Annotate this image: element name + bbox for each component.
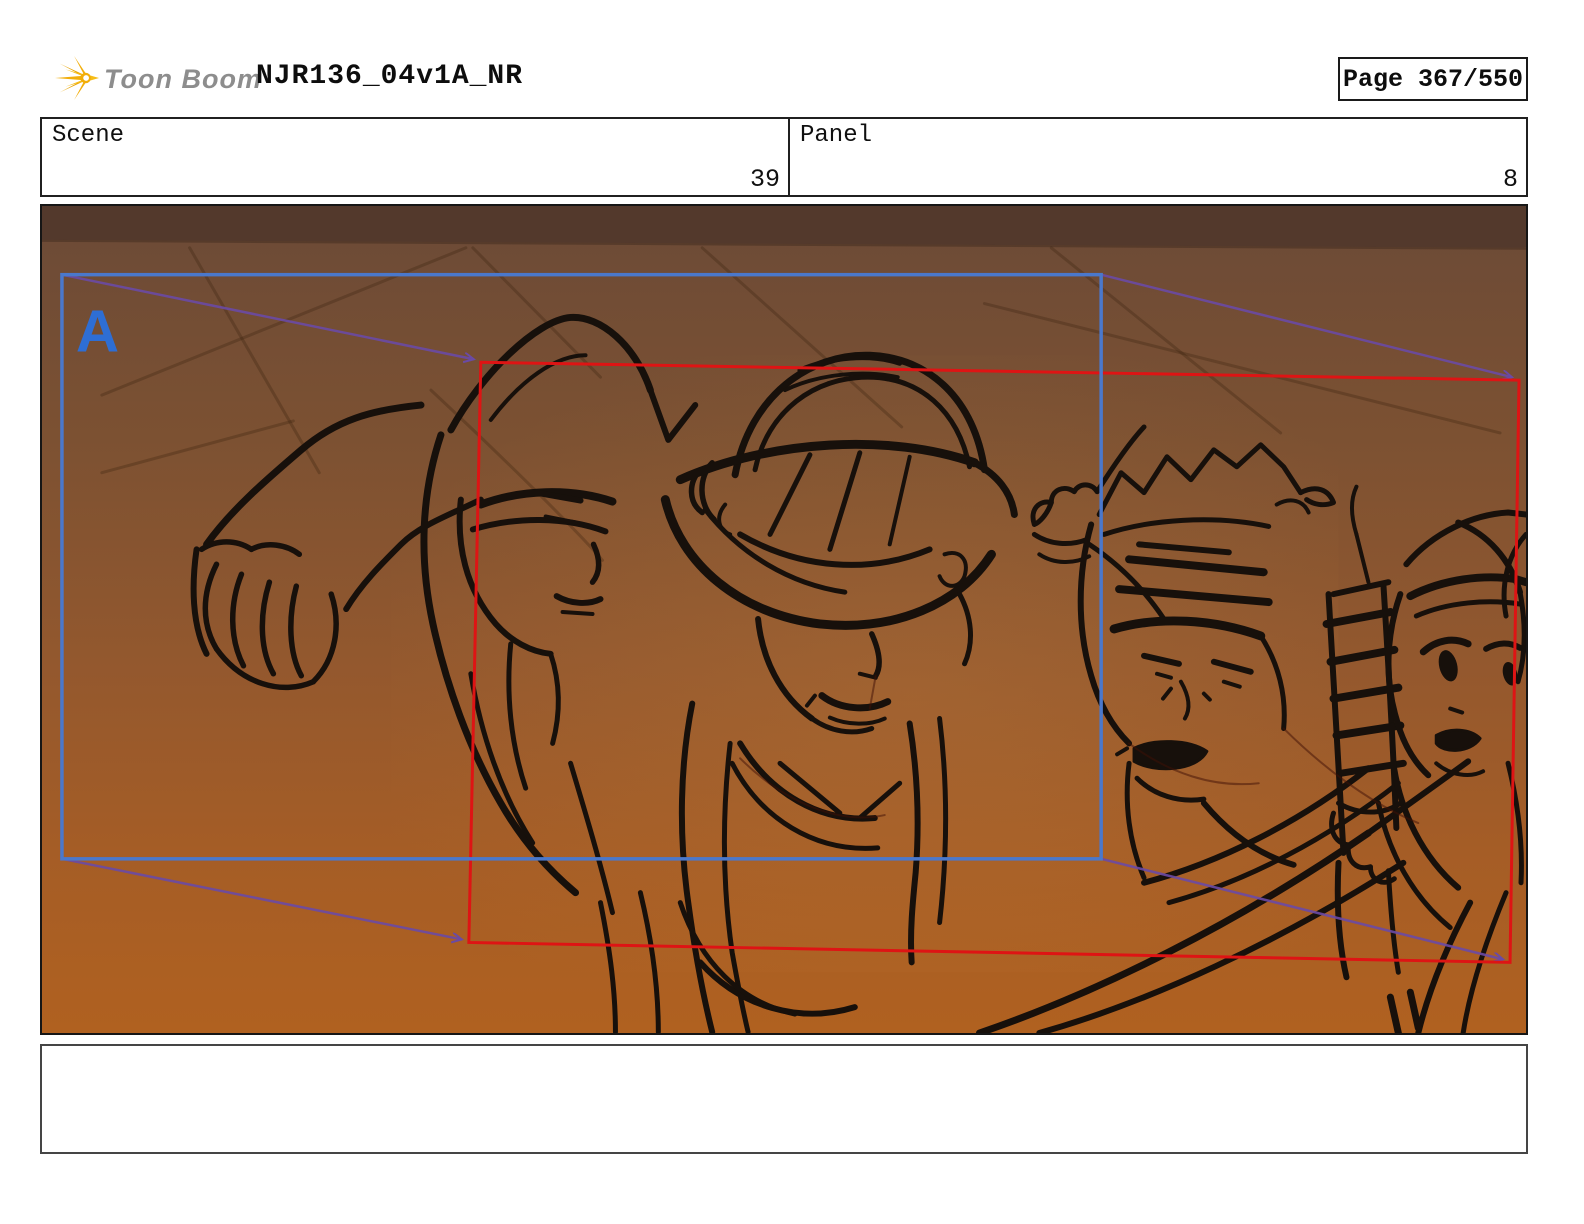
brand-name: Toon Boom [104,64,262,94]
panel-label: Panel [800,122,873,149]
frame-a-label: A [76,297,119,364]
scene-cell: Scene 39 [42,119,790,195]
storyboard-panel-image: A [40,204,1528,1035]
scene-value: 39 [749,165,780,194]
panel-cell: Panel 8 [790,119,1526,195]
caption-box [40,1044,1528,1154]
scene-label: Scene [52,122,125,149]
page-number-label: Page 367/550 [1342,64,1524,94]
storyboard-export-page: Toon Boom NJR136_04v1A_NR Page 367/550 S… [0,0,1584,1224]
scene-panel-row: Scene 39 Panel 8 [40,117,1528,197]
project-title: NJR136_04v1A_NR [256,61,524,92]
storyboard-artwork: A [42,206,1526,1033]
panel-value: 8 [1502,165,1518,194]
toon-boom-starburst-icon [54,55,100,101]
page-number-box: Page 367/550 [1338,57,1528,101]
